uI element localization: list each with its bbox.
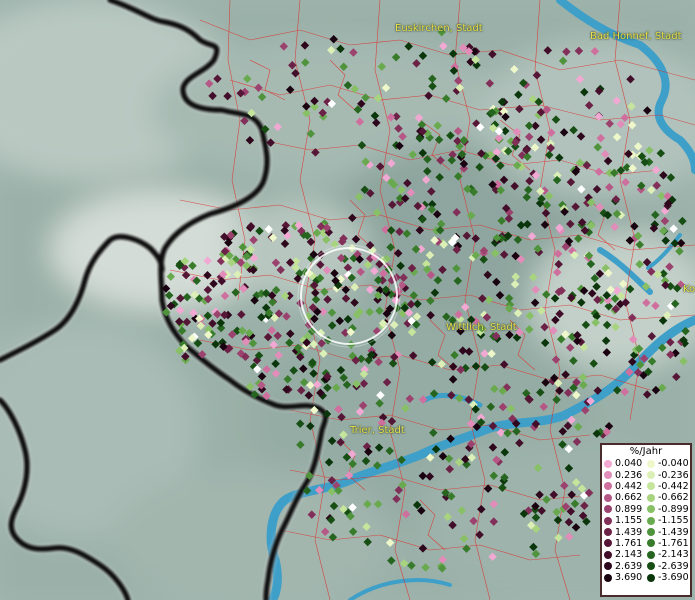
legend-entry-negative: -3.690 xyxy=(647,572,689,583)
legend-entry-positive: 0.040 xyxy=(604,458,642,469)
legend-row: 0.662 -0.662 xyxy=(602,492,690,503)
legend-value: 3.690 xyxy=(615,572,643,584)
legend-value: 0.662 xyxy=(615,492,643,504)
legend-row: 0.236 -0.236 xyxy=(602,469,690,481)
legend-value: 2.143 xyxy=(615,549,643,561)
legend-row: 0.899 -0.899 xyxy=(602,504,690,515)
legend-entry-negative: -0.442 xyxy=(647,481,689,492)
legend-value: 0.899 xyxy=(615,503,643,515)
city-label-ko[interactable]: Ko xyxy=(683,284,695,295)
legend-entry-positive: 3.690 xyxy=(604,572,642,583)
legend-value: -1.439 xyxy=(658,526,689,538)
legend-entry-negative: -2.639 xyxy=(647,561,689,572)
legend-swatch xyxy=(647,573,655,582)
legend-swatch xyxy=(647,539,655,548)
city-label-euskirchen[interactable]: Euskirchen, Stadt xyxy=(395,23,483,34)
map-view[interactable]: Euskirchen, Stadt Bad Honnef, Stadt Witt… xyxy=(0,0,695,600)
legend-swatch xyxy=(604,573,612,582)
legend-row: 1.439 -1.439 xyxy=(602,526,690,538)
legend-row: 0.442 -0.442 xyxy=(602,481,690,492)
legend-swatch xyxy=(604,482,612,491)
legend-swatch xyxy=(647,528,655,537)
legend-value: 0.040 xyxy=(615,458,643,470)
legend-value: -0.236 xyxy=(658,469,689,481)
legend-swatch xyxy=(604,471,612,480)
legend-entry-negative: -0.040 xyxy=(647,458,689,469)
legend-swatch xyxy=(604,516,612,525)
legend-value: -2.639 xyxy=(658,560,689,572)
legend-rows: 0.040 -0.040 0.236 -0.236 0.442 -0.442 0.662 -0… xyxy=(602,458,690,583)
legend-entry-positive: 1.761 xyxy=(604,538,642,549)
legend-value: 1.439 xyxy=(615,526,643,538)
legend-entry-positive: 0.662 xyxy=(604,492,642,503)
legend-entry-negative: -1.439 xyxy=(647,526,689,538)
legend-swatch xyxy=(604,539,612,548)
legend-value: -1.761 xyxy=(658,537,689,549)
legend-value: -0.442 xyxy=(658,480,689,492)
legend-entry-negative: -1.761 xyxy=(647,538,689,549)
legend-value: -2.143 xyxy=(658,549,689,561)
legend-row: 3.690 -3.690 xyxy=(602,572,690,583)
legend-swatch xyxy=(604,505,612,514)
legend-value: -0.040 xyxy=(658,458,689,470)
legend-swatch xyxy=(647,516,655,525)
map-canvas[interactable] xyxy=(0,0,695,600)
legend-title: %/Jahr xyxy=(629,446,663,457)
legend-entry-negative: -2.143 xyxy=(647,549,689,560)
legend-row: 0.040 -0.040 xyxy=(602,458,690,469)
legend-value: 2.639 xyxy=(615,560,643,572)
legend-swatch xyxy=(604,459,612,468)
legend-entry-positive: 1.155 xyxy=(604,515,642,526)
legend-row: 1.155 -1.155 xyxy=(602,515,690,526)
legend-entry-negative: -0.899 xyxy=(647,504,689,515)
legend-entry-positive: 0.899 xyxy=(604,504,642,515)
legend-swatch xyxy=(604,493,612,502)
legend-value: 1.761 xyxy=(615,537,643,549)
legend-panel: %/Jahr 0.040 -0.040 0.236 -0.236 0.442 -0.442… xyxy=(600,443,692,597)
legend-entry-positive: 2.143 xyxy=(604,549,642,560)
legend-swatch xyxy=(647,505,655,514)
legend-entry-positive: 0.442 xyxy=(604,481,642,492)
legend-value: 1.155 xyxy=(615,515,643,527)
legend-value: 0.236 xyxy=(615,469,643,481)
legend-row: 1.761 -1.761 xyxy=(602,538,690,549)
legend-swatch xyxy=(647,550,655,559)
legend-value: -1.155 xyxy=(658,515,689,527)
legend-swatch xyxy=(647,562,655,571)
legend-swatch xyxy=(647,471,655,480)
legend-swatch xyxy=(647,493,655,502)
city-label-bad-honnef[interactable]: Bad Honnef, Stadt xyxy=(590,31,682,42)
legend-swatch xyxy=(604,550,612,559)
legend-entry-positive: 1.439 xyxy=(604,526,643,538)
city-label-trier[interactable]: Trier, Stadt xyxy=(350,425,405,436)
legend-value: -0.899 xyxy=(658,503,689,515)
legend-value: 0.442 xyxy=(615,480,643,492)
legend-swatch xyxy=(647,459,655,468)
legend-swatch xyxy=(604,528,612,537)
legend-entry-negative: -0.662 xyxy=(647,492,689,503)
legend-entry-negative: -1.155 xyxy=(647,515,689,526)
legend-entry-positive: 0.236 xyxy=(604,469,643,481)
legend-value: -3.690 xyxy=(658,572,689,584)
legend-row: 2.143 -2.143 xyxy=(602,549,690,560)
city-label-wittlich[interactable]: Wittlich, Stadt xyxy=(446,322,517,333)
legend-value: -0.662 xyxy=(658,492,689,504)
legend-swatch xyxy=(647,482,655,491)
legend-row: 2.639 -2.639 xyxy=(602,561,690,572)
legend-swatch xyxy=(604,562,612,571)
legend-entry-negative: -0.236 xyxy=(647,469,689,481)
legend-entry-positive: 2.639 xyxy=(604,561,642,572)
